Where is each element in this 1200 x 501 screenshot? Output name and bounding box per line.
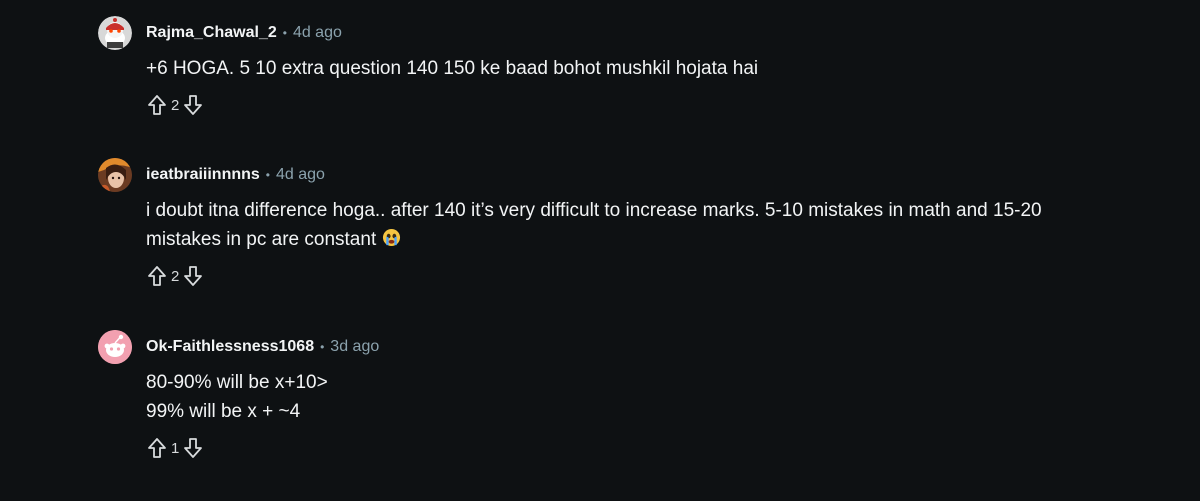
username[interactable]: ieatbraiiinnnns — [146, 166, 260, 184]
avatar[interactable] — [98, 158, 132, 192]
upvote-button[interactable] — [146, 263, 168, 289]
avatar[interactable] — [98, 330, 132, 364]
crying-face-emoji-icon — [383, 228, 401, 247]
vote-score: 2 — [171, 96, 180, 114]
anime-profile-avatar-icon — [98, 158, 132, 192]
separator-dot: • — [265, 168, 270, 182]
timestamp[interactable]: 3d ago — [330, 338, 379, 356]
snoo-avatar-icon — [98, 16, 132, 50]
username[interactable]: Rajma_Chawal_2 — [146, 24, 277, 42]
downvote-arrow-icon — [184, 95, 203, 115]
username[interactable]: Ok-Faithlessness1068 — [146, 338, 314, 356]
comment-thread: Rajma_Chawal_2 • 4d ago +6 HOGA. 5 10 ex… — [0, 0, 1200, 501]
comment-text-line: mistakes in pc are constant — [146, 229, 377, 250]
downvote-button[interactable] — [182, 263, 204, 289]
timestamp[interactable]: 4d ago — [293, 24, 342, 42]
upvote-arrow-icon — [148, 95, 166, 115]
comment-text-line: 99% will be x + ~4 — [146, 401, 301, 422]
vote-score: 1 — [171, 439, 180, 457]
comment-text-line: i doubt itna difference hoga.. after 140… — [146, 200, 1042, 221]
comment-1: Rajma_Chawal_2 • 4d ago +6 HOGA. 5 10 ex… — [98, 16, 1160, 119]
comment-text-line: 80-90% will be x+10> — [146, 372, 328, 393]
downvote-arrow-icon — [184, 438, 203, 458]
comment-body: i doubt itna difference hoga.. after 140… — [146, 196, 1156, 254]
downvote-button[interactable] — [182, 435, 204, 461]
comment-text-line: +6 HOGA. 5 10 extra question 140 150 ke … — [146, 58, 759, 79]
comment-2: ieatbraiiinnnns • 4d ago i doubt itna di… — [98, 158, 1160, 290]
comment-header: Rajma_Chawal_2 • 4d ago — [98, 16, 1160, 50]
default-snoo-avatar-icon — [98, 330, 132, 364]
separator-dot: • — [282, 26, 287, 40]
upvote-button[interactable] — [146, 92, 168, 118]
separator-dot: • — [320, 340, 325, 354]
comment-body: +6 HOGA. 5 10 extra question 140 150 ke … — [146, 54, 1156, 83]
vote-bar: 2 — [146, 91, 1160, 119]
vote-bar: 1 — [146, 434, 1160, 462]
vote-bar: 2 — [146, 262, 1160, 290]
timestamp[interactable]: 4d ago — [276, 166, 325, 184]
avatar[interactable] — [98, 16, 132, 50]
comment-3: Ok-Faithlessness1068 • 3d ago 80-90% wil… — [98, 330, 1160, 462]
vote-score: 2 — [171, 267, 180, 285]
comment-text-line-2: mistakes in pc are constant — [146, 225, 1156, 254]
downvote-button[interactable] — [182, 92, 204, 118]
comment-header: Ok-Faithlessness1068 • 3d ago — [98, 330, 1160, 364]
upvote-arrow-icon — [148, 266, 166, 286]
downvote-arrow-icon — [184, 266, 203, 286]
comment-header: ieatbraiiinnnns • 4d ago — [98, 158, 1160, 192]
comment-body: 80-90% will be x+10> 99% will be x + ~4 — [146, 368, 1156, 426]
upvote-button[interactable] — [146, 435, 168, 461]
upvote-arrow-icon — [148, 438, 166, 458]
